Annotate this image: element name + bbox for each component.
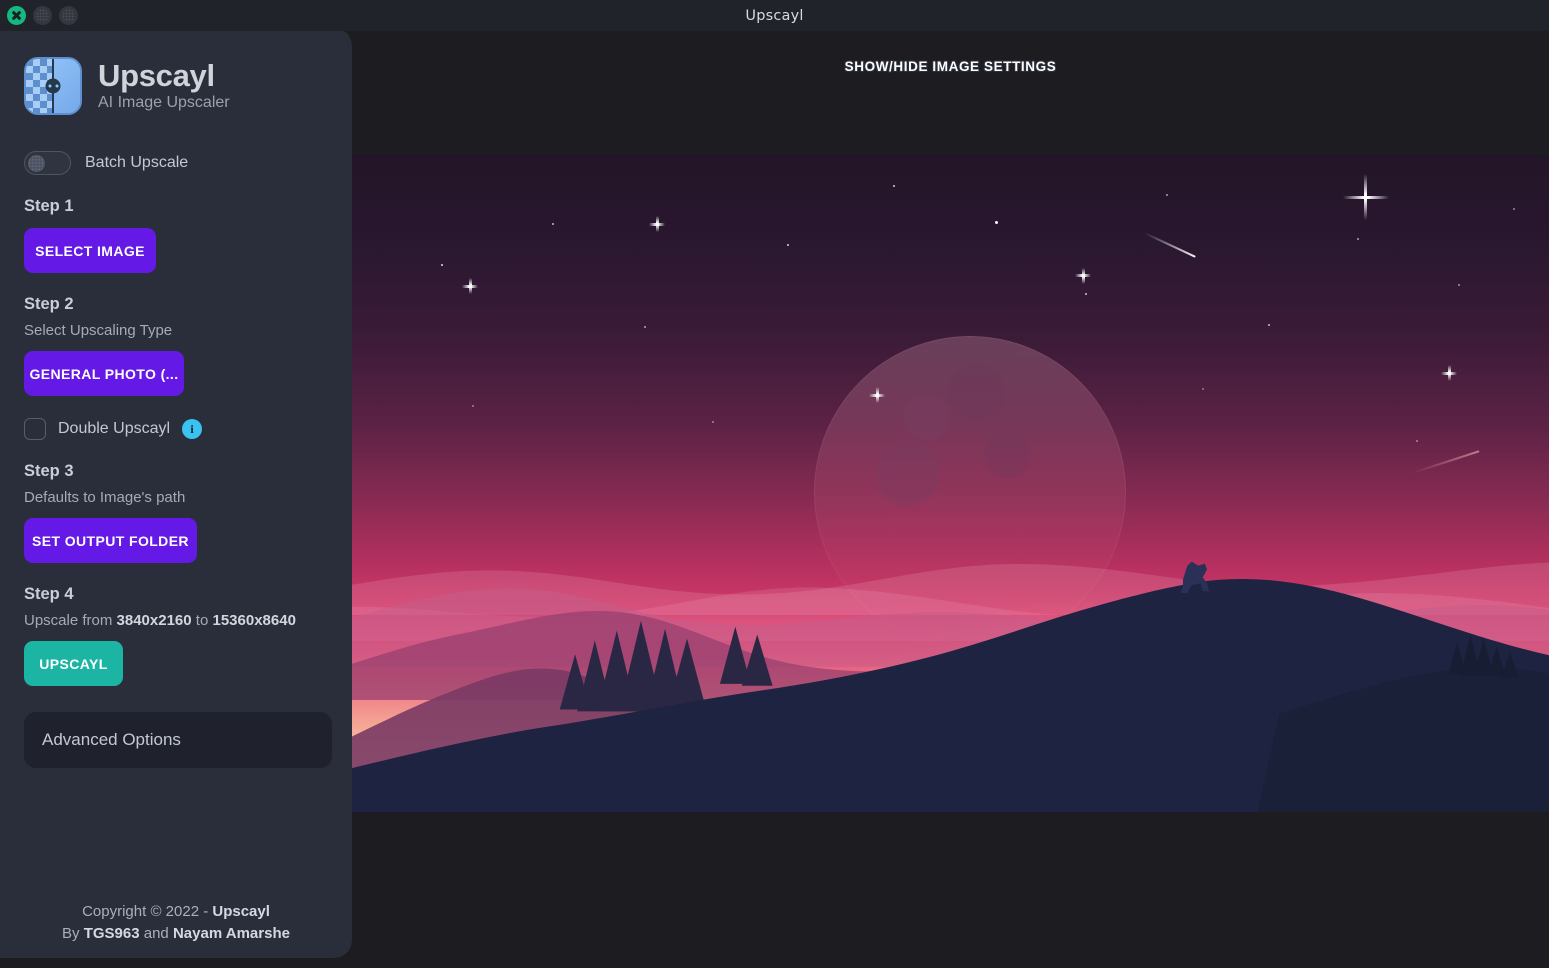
step4-title: Step 4 [24,585,74,603]
maximize-button[interactable] [59,6,78,25]
window-controls [7,0,78,31]
footer-authors: By TGS963 and Nayam Amarshe [0,923,352,944]
batch-upscale-label: Batch Upscale [85,154,189,171]
close-button[interactable] [7,6,26,25]
close-x-icon [11,10,22,21]
footer: Copyright © 2022 - Upscayl By TGS963 and… [0,901,352,944]
upscayl-button[interactable]: UPSCAYL [24,641,123,686]
app-subtitle: AI Image Upscaler [98,94,230,112]
footer-app-name: Upscayl [212,903,270,921]
ridge-foreground [352,536,1549,812]
upscaling-type-select[interactable]: GENERAL PHOTO (... [24,351,184,396]
source-resolution: 3840x2160 [116,612,192,629]
upscale-info-prefix: Upscale from [24,612,117,629]
window-title: Upscayl [745,7,804,24]
minimize-button[interactable] [33,6,52,25]
double-upscayl-row: Double Upscayl i [0,418,352,440]
advanced-options-panel[interactable]: Advanced Options [24,712,332,768]
step2-title: Step 2 [24,295,74,313]
footer-author-1: TGS963 [83,924,140,942]
show-hide-image-settings-button[interactable]: SHOW/HIDE IMAGE SETTINGS [352,31,1549,74]
info-icon[interactable]: i [182,419,203,439]
app-title: Upscayl [98,57,215,93]
app-stage: SHOW/HIDE IMAGE SETTINGS Upscayl AI Imag… [0,31,1549,968]
image-preview-pane: SHOW/HIDE IMAGE SETTINGS [352,31,1549,968]
step3-title: Step 3 [24,462,74,480]
preview-image[interactable] [352,155,1549,812]
sidebar: Upscayl AI Image Upscaler Batch Upscale … [0,31,352,958]
footer-author-2: Nayam Amarshe [172,924,290,942]
set-output-folder-button[interactable]: SET OUTPUT FOLDER [24,518,197,563]
upscale-resolution-info: Upscale from 3840x2160 to 15360x8640 [0,612,352,629]
window-titlebar: Upscayl [0,0,1549,31]
step3-subtitle: Defaults to Image's path [24,489,186,506]
select-image-button[interactable]: SELECT IMAGE [24,228,156,273]
target-resolution: 15360x8640 [212,612,296,629]
footer-by-prefix: By [62,924,84,942]
footer-copyright: Copyright © 2022 - Upscayl [0,901,352,922]
toggle-knob [28,155,45,172]
batch-upscale-row: Batch Upscale [0,115,352,175]
footer-copyright-prefix: Copyright © 2022 - [82,903,213,921]
double-upscayl-label: Double Upscayl [58,420,171,437]
step2-subtitle: Select Upscaling Type [24,322,173,339]
maximize-icon [62,9,75,22]
footer-and: and [139,924,173,942]
advanced-options-label: Advanced Options [42,730,181,749]
upscayl-logo-icon [24,57,82,115]
meteor-1 [1144,231,1196,258]
double-upscayl-checkbox[interactable] [24,418,46,440]
batch-upscale-toggle[interactable] [24,151,71,175]
minimize-icon [36,9,49,22]
meteor-2 [1412,449,1480,474]
upscale-info-middle: to [191,612,213,629]
brand: Upscayl AI Image Upscaler [0,31,352,115]
step1-title: Step 1 [24,197,74,215]
